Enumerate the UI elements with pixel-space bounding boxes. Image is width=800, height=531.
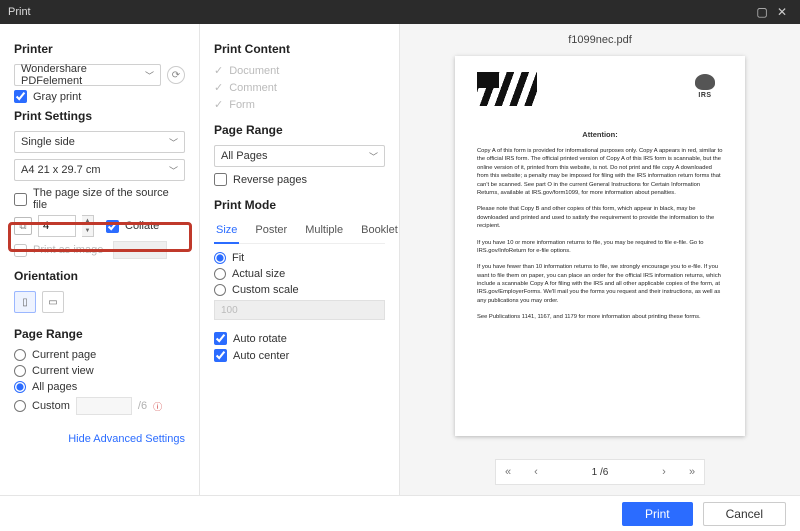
print-button[interactable]: Print bbox=[622, 502, 693, 526]
printer-properties-icon[interactable]: ⟳ bbox=[167, 66, 185, 84]
pager-page-display: 1 /6 bbox=[552, 467, 648, 478]
page-size-source-checkbox[interactable]: The page size of the source file bbox=[14, 187, 185, 211]
pager-first-icon[interactable]: « bbox=[496, 466, 520, 478]
preview-paragraph: See Publications 1141, 1167, and 1179 fo… bbox=[477, 313, 723, 321]
page-range-heading-2: Page Range bbox=[214, 123, 385, 137]
page-preview: IRS Attention: Copy A of this form is pr… bbox=[455, 56, 745, 436]
reverse-pages-checkbox[interactable]: Reverse pages bbox=[214, 173, 385, 186]
print-content-heading: Print Content bbox=[214, 42, 385, 56]
page-range-select[interactable]: All Pages ﹀ bbox=[214, 145, 385, 167]
tab-booklet[interactable]: Booklet bbox=[359, 220, 400, 243]
auto-rotate-checkbox[interactable]: Auto rotate bbox=[214, 332, 385, 345]
content-document-check: ✓Document bbox=[214, 64, 385, 77]
attention-heading: Attention: bbox=[477, 130, 723, 139]
pager-next-icon[interactable]: › bbox=[652, 466, 676, 478]
left-panel: Printer Wondershare PDFelement ﹀ ⟳ Gray … bbox=[0, 24, 200, 495]
printer-heading: Printer bbox=[14, 42, 185, 56]
paper-size-select[interactable]: A4 21 x 29.7 cm ﹀ bbox=[14, 159, 185, 181]
hide-advanced-link[interactable]: Hide Advanced Settings bbox=[14, 433, 185, 445]
preview-paragraph: If you have fewer than 10 information re… bbox=[477, 263, 723, 305]
flag-icon bbox=[477, 72, 537, 106]
window-title: Print bbox=[8, 6, 31, 18]
info-icon: ⓘ bbox=[153, 400, 162, 413]
chevron-down-icon: ﹀ bbox=[369, 150, 378, 163]
custom-range-radio[interactable]: Custom /6 ⓘ bbox=[14, 397, 185, 415]
preview-paragraph: If you have 10 or more information retur… bbox=[477, 239, 723, 256]
irs-logo: IRS bbox=[691, 74, 719, 99]
current-view-radio[interactable]: Current view bbox=[14, 365, 185, 377]
printer-select[interactable]: Wondershare PDFelement ﹀ bbox=[14, 64, 161, 86]
orientation-landscape-icon[interactable]: ▭ bbox=[42, 291, 64, 313]
eagle-icon bbox=[695, 74, 715, 90]
cancel-button[interactable]: Cancel bbox=[703, 502, 786, 526]
page-range-heading: Page Range bbox=[14, 327, 185, 341]
content-comment-check: ✓Comment bbox=[214, 81, 385, 94]
fit-radio[interactable]: Fit bbox=[214, 252, 385, 264]
chevron-down-icon: ﹀ bbox=[169, 136, 178, 149]
preview-paragraph: Copy A of this form is provided for info… bbox=[477, 147, 723, 197]
all-pages-radio[interactable]: All pages bbox=[14, 381, 185, 393]
content-form-check: ✓Form bbox=[214, 98, 385, 111]
pager-last-icon[interactable]: » bbox=[680, 466, 704, 478]
preview-filename: f1099nec.pdf bbox=[400, 24, 800, 52]
chevron-down-icon: ﹀ bbox=[145, 69, 154, 82]
print-mode-heading: Print Mode bbox=[214, 198, 385, 212]
preview-pager: « ‹ 1 /6 › » bbox=[495, 459, 705, 485]
current-page-radio[interactable]: Current page bbox=[14, 349, 185, 361]
preview-paragraph: Please note that Copy B and other copies… bbox=[477, 205, 723, 230]
tab-multiple[interactable]: Multiple bbox=[303, 220, 345, 243]
sides-select[interactable]: Single side ﹀ bbox=[14, 131, 185, 153]
gray-print-checkbox[interactable]: Gray print bbox=[14, 90, 185, 103]
title-bar: Print ▢ ✕ bbox=[0, 0, 800, 24]
orientation-portrait-icon[interactable]: ▯ bbox=[14, 291, 36, 313]
chevron-down-icon: ﹀ bbox=[169, 164, 178, 177]
custom-scale-input: 100 bbox=[214, 300, 385, 320]
maximize-icon[interactable]: ▢ bbox=[752, 5, 772, 19]
close-icon[interactable]: ✕ bbox=[772, 5, 792, 19]
preview-panel: f1099nec.pdf IRS Attention: Copy A of th… bbox=[400, 24, 800, 495]
tab-size[interactable]: Size bbox=[214, 220, 239, 244]
annotation-highlight bbox=[8, 222, 192, 252]
auto-center-checkbox[interactable]: Auto center bbox=[214, 349, 385, 362]
middle-panel: Print Content ✓Document ✓Comment ✓Form P… bbox=[200, 24, 400, 495]
tab-poster[interactable]: Poster bbox=[253, 220, 289, 243]
dialog-footer: Print Cancel bbox=[0, 495, 800, 531]
custom-scale-radio[interactable]: Custom scale bbox=[214, 284, 385, 296]
print-settings-heading: Print Settings bbox=[14, 109, 185, 123]
actual-size-radio[interactable]: Actual size bbox=[214, 268, 385, 280]
custom-range-input[interactable] bbox=[76, 397, 132, 415]
orientation-heading: Orientation bbox=[14, 269, 185, 283]
pager-prev-icon[interactable]: ‹ bbox=[524, 466, 548, 478]
